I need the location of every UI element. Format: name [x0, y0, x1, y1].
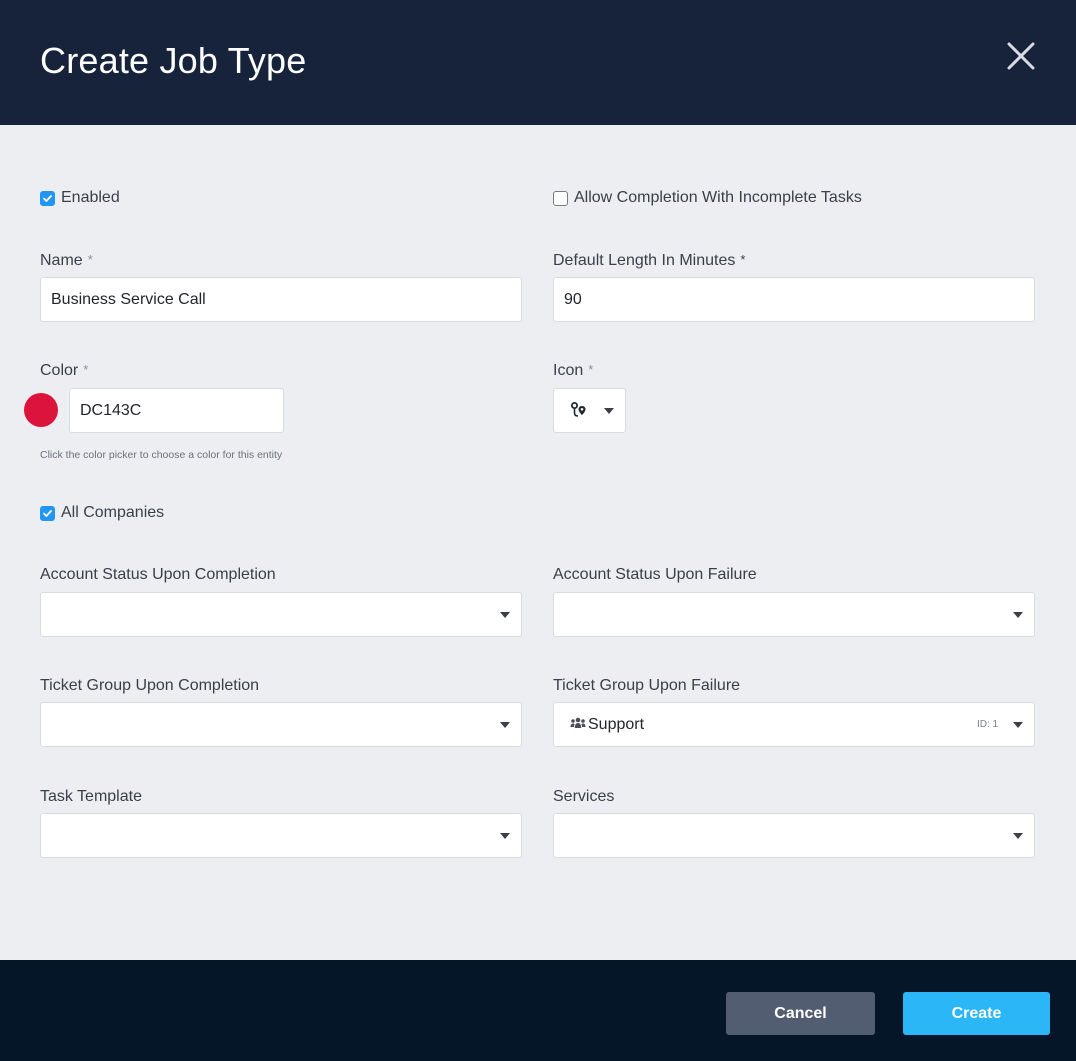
- services-select[interactable]: [553, 813, 1035, 858]
- chevron-down-icon: [1013, 833, 1023, 839]
- name-label-text: Name: [40, 252, 83, 269]
- name-label: Name *: [40, 252, 93, 270]
- close-icon[interactable]: [1003, 38, 1039, 74]
- task-template-label: Task Template: [40, 788, 142, 805]
- default-length-value: 90: [564, 291, 582, 308]
- color-label-text: Color: [40, 362, 79, 379]
- task-template-select[interactable]: [40, 813, 522, 858]
- ticket-group-completion-select[interactable]: [40, 702, 522, 747]
- allow-incomplete-label: Allow Completion With Incomplete Tasks: [574, 189, 862, 206]
- chevron-down-icon: [500, 833, 510, 839]
- chevron-down-icon: [500, 612, 510, 618]
- account-status-completion-select[interactable]: [40, 592, 522, 637]
- color-swatch[interactable]: [24, 393, 58, 427]
- services-label: Services: [553, 788, 615, 805]
- enabled-checkbox[interactable]: Enabled: [40, 189, 120, 207]
- name-input[interactable]: Business Service Call: [40, 277, 522, 322]
- account-status-failure-select[interactable]: [553, 592, 1035, 637]
- color-value: DC143C: [80, 402, 142, 419]
- modal-header: Create Job Type: [0, 0, 1076, 125]
- allow-incomplete-checkbox[interactable]: Allow Completion With Incomplete Tasks: [553, 189, 862, 207]
- chevron-down-icon: [604, 408, 614, 414]
- account-status-failure-label: Account Status Upon Failure: [553, 566, 757, 583]
- all-companies-label: All Companies: [61, 504, 165, 521]
- cancel-button[interactable]: Cancel: [726, 992, 875, 1035]
- ticket-group-completion-label: Ticket Group Upon Completion: [40, 677, 260, 694]
- color-input[interactable]: DC143C: [69, 388, 284, 433]
- required-mark: *: [83, 362, 89, 377]
- map-pin-route-icon: [571, 402, 586, 417]
- icon-label: Icon *: [553, 362, 593, 380]
- chevron-down-icon: [1013, 612, 1023, 618]
- chevron-down-icon: [500, 722, 510, 728]
- modal-title: Create Job Type: [40, 40, 307, 81]
- required-mark: *: [87, 252, 93, 267]
- ticket-group-failure-select[interactable]: Support ID: 1: [553, 702, 1035, 747]
- ticket-group-failure-label: Ticket Group Upon Failure: [553, 677, 741, 694]
- icon-label-text: Icon: [553, 362, 584, 379]
- checkbox-checked-icon[interactable]: [40, 505, 55, 521]
- checkbox-unchecked-icon[interactable]: [553, 190, 568, 206]
- account-status-completion-label: Account Status Upon Completion: [40, 566, 276, 583]
- create-button[interactable]: Create: [903, 992, 1050, 1035]
- required-mark: *: [740, 252, 746, 267]
- all-companies-checkbox[interactable]: All Companies: [40, 504, 164, 522]
- default-length-label-text: Default Length In Minutes: [553, 252, 736, 269]
- enabled-label: Enabled: [61, 189, 120, 206]
- required-mark: *: [588, 362, 594, 377]
- ticket-group-failure-value: Support: [588, 716, 645, 733]
- name-value: Business Service Call: [51, 291, 206, 308]
- default-length-input[interactable]: 90: [553, 277, 1035, 322]
- id-badge: ID: 1: [977, 719, 999, 730]
- icon-select[interactable]: [553, 388, 626, 433]
- users-icon: [570, 717, 586, 728]
- checkbox-checked-icon[interactable]: [40, 190, 55, 206]
- chevron-down-icon: [1013, 722, 1023, 728]
- default-length-label: Default Length In Minutes *: [553, 252, 745, 270]
- color-hint: Click the color picker to choose a color…: [40, 449, 283, 461]
- color-label: Color *: [40, 362, 88, 380]
